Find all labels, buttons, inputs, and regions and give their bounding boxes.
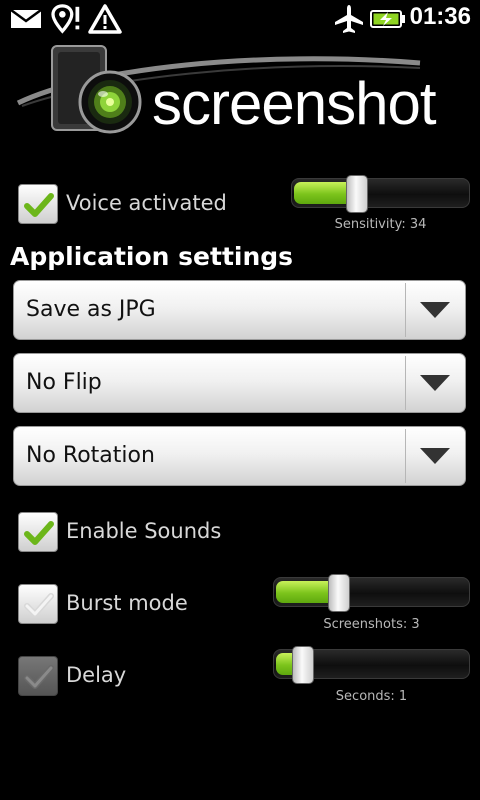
burst-screenshots-caption: Screenshots: 3 bbox=[323, 617, 420, 632]
status-bar: 01:36 bbox=[0, 0, 480, 38]
voice-activated-checkbox[interactable] bbox=[18, 184, 58, 224]
dropdown-arrow-icon[interactable] bbox=[419, 446, 451, 466]
sensitivity-slider-thumb[interactable] bbox=[346, 175, 368, 213]
checkmark-outline-icon bbox=[24, 665, 54, 689]
voice-activated-label: Voice activated bbox=[66, 191, 227, 215]
section-title-application-settings: Application settings bbox=[10, 242, 294, 271]
burst-screenshots-slider[interactable] bbox=[273, 574, 470, 612]
app-header: screenshot bbox=[0, 38, 480, 138]
enable-sounds-checkbox[interactable] bbox=[18, 512, 58, 552]
rotation-spinner[interactable]: No Rotation bbox=[13, 426, 466, 486]
spinner-divider bbox=[405, 283, 406, 337]
spinner-divider bbox=[405, 356, 406, 410]
delay-checkbox[interactable] bbox=[18, 656, 58, 696]
logo-text: screenshot bbox=[152, 70, 436, 137]
rotation-spinner-value: No Rotation bbox=[26, 443, 155, 468]
flip-spinner-value: No Flip bbox=[26, 370, 102, 395]
flip-spinner[interactable]: No Flip bbox=[13, 353, 466, 413]
checkmark-outline-icon bbox=[24, 593, 54, 617]
delay-seconds-caption: Seconds: 1 bbox=[335, 689, 408, 704]
location-alert-icon bbox=[51, 4, 80, 34]
sensitivity-slider[interactable] bbox=[291, 175, 470, 213]
spinner-divider bbox=[405, 429, 406, 483]
format-spinner-value: Save as JPG bbox=[26, 297, 156, 322]
battery-charging-icon bbox=[370, 10, 405, 28]
format-spinner[interactable]: Save as JPG bbox=[13, 280, 466, 340]
burst-screenshots-slider-thumb[interactable] bbox=[328, 574, 350, 612]
checkmark-icon bbox=[24, 521, 54, 545]
airplane-mode-icon bbox=[335, 5, 363, 33]
dropdown-arrow-icon[interactable] bbox=[419, 300, 451, 320]
enable-sounds-label: Enable Sounds bbox=[66, 519, 222, 543]
clock: 01:36 bbox=[409, 3, 471, 30]
burst-mode-label: Burst mode bbox=[66, 591, 188, 615]
delay-seconds-slider-thumb[interactable] bbox=[292, 646, 314, 684]
camera-icon bbox=[51, 45, 142, 134]
checkmark-icon bbox=[24, 193, 54, 217]
delay-label: Delay bbox=[66, 663, 127, 687]
dropdown-arrow-icon[interactable] bbox=[419, 373, 451, 393]
delay-seconds-slider[interactable] bbox=[273, 646, 470, 684]
warning-icon bbox=[88, 4, 122, 34]
mail-icon bbox=[10, 9, 42, 28]
sensitivity-caption: Sensitivity: 34 bbox=[334, 217, 427, 232]
burst-mode-checkbox[interactable] bbox=[18, 584, 58, 624]
